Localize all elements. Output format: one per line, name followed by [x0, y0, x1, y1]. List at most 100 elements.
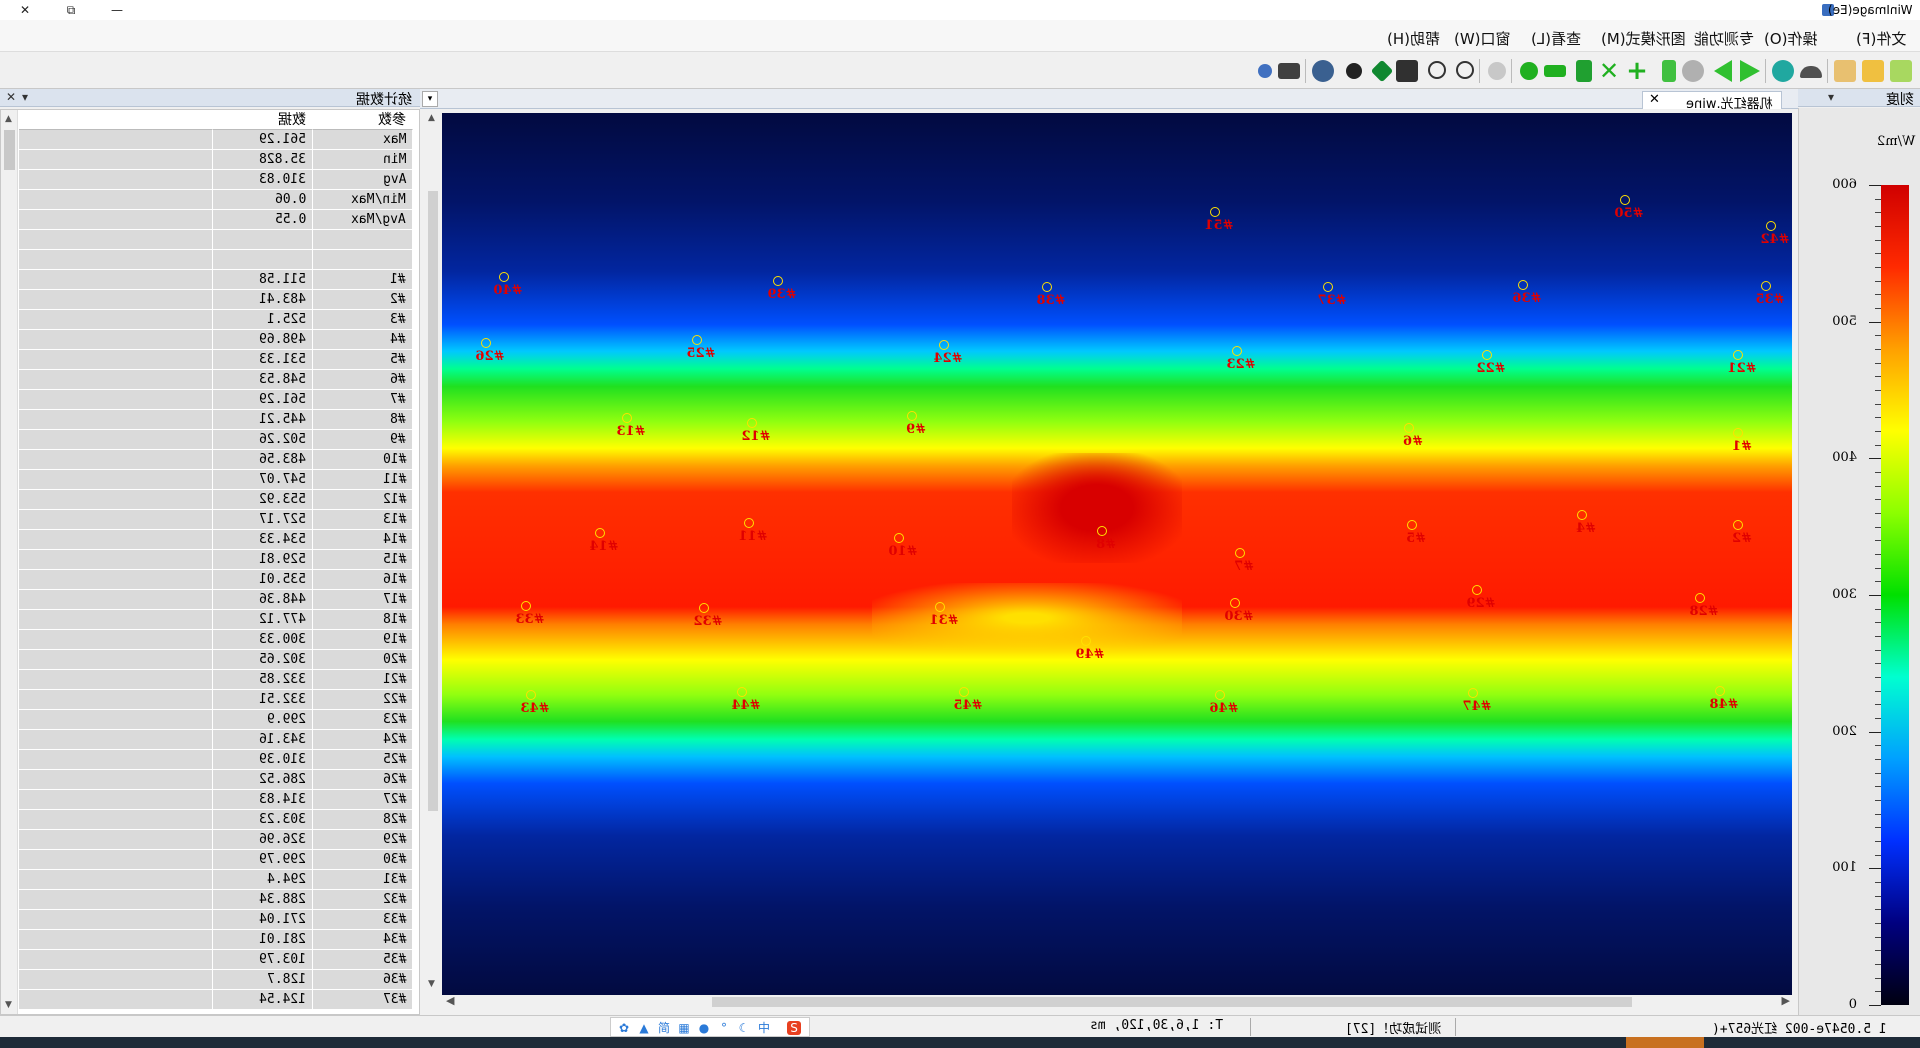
stats-row[interactable]: 529.81 #15 — [19, 550, 413, 570]
ime-punct-icon[interactable]: ° — [717, 1021, 731, 1035]
ime-logo-icon[interactable]: S — [787, 1021, 801, 1035]
print-icon[interactable] — [1278, 63, 1300, 79]
stats-row[interactable]: 281.01 #34 — [19, 930, 413, 950]
stats-row[interactable]: 310.83 Avg — [19, 170, 413, 190]
stats-pin-button[interactable]: ▾ — [22, 90, 28, 104]
stats-row[interactable]: 561.29 Max — [19, 130, 413, 150]
stats-row[interactable]: 326.96 #29 — [19, 830, 413, 850]
ime-skin-icon[interactable]: ▲ — [637, 1021, 651, 1035]
stats-row[interactable]: 483.41 #2 — [19, 290, 413, 310]
stats-row[interactable]: 498.69 #4 — [19, 330, 413, 350]
minimize-window-button[interactable]: — — [94, 0, 140, 20]
menu-file[interactable]: 文件(F) — [1856, 28, 1906, 49]
stats-row[interactable]: 525.1 #3 — [19, 310, 413, 330]
rect-icon[interactable] — [1544, 65, 1566, 77]
zoom-in-icon[interactable] — [1456, 61, 1474, 79]
close-tab-icon[interactable]: ✕ — [1649, 92, 1660, 107]
document-tab[interactable]: ✕ 机器红光.wine — [1642, 91, 1782, 112]
image-vertical-scrollbar[interactable]: ▲ ▼ — [424, 111, 441, 991]
nav-icon[interactable] — [1370, 59, 1394, 83]
stats-row[interactable]: 547.07 #11 — [19, 470, 413, 490]
stats-row[interactable] — [19, 230, 413, 250]
trash-icon[interactable] — [1576, 60, 1592, 82]
stats-row[interactable]: 299.9 #23 — [19, 710, 413, 730]
stats-row[interactable]: 103.79 #35 — [19, 950, 413, 970]
irradiance-heatmap[interactable]: #1 #2 #4 #5 #6 #7 #8 #9 #10 #11 #12 #13 #14 #21 #22 #23… — [442, 113, 1792, 995]
stats-row[interactable]: 343.16 #24 — [19, 730, 413, 750]
stats-row[interactable]: 511.58 #1 — [19, 270, 413, 290]
stats-row[interactable]: 531.33 #5 — [19, 350, 413, 370]
stats-row[interactable]: 0.55 Avg/Max — [19, 210, 413, 230]
restore-window-button[interactable]: ⧉ — [48, 0, 94, 20]
stats-row[interactable]: 502.26 #9 — [19, 430, 413, 450]
eject-icon[interactable] — [1800, 66, 1822, 78]
stats-scrollbar[interactable]: ▲ ▼ — [1, 110, 18, 1014]
column-header-data[interactable]: 数据 — [213, 110, 313, 130]
tab-list-dropdown[interactable]: ▾ — [422, 91, 438, 107]
stats-row[interactable]: 300.33 #19 — [19, 630, 413, 650]
ime-moon-icon[interactable]: ☾ — [737, 1021, 751, 1035]
play-icon[interactable] — [1740, 60, 1760, 82]
marker-icon[interactable] — [1662, 60, 1676, 82]
stats-row[interactable]: 299.79 #30 — [19, 850, 413, 870]
stats-row[interactable]: 534.33 #14 — [19, 530, 413, 550]
stats-row[interactable]: 527.17 #13 — [19, 510, 413, 530]
fit-icon[interactable] — [1396, 60, 1418, 82]
ime-keyboard-icon[interactable]: ▦ — [677, 1021, 691, 1035]
delete-x-icon[interactable]: ✕ — [1598, 59, 1620, 83]
help-icon[interactable] — [1258, 64, 1272, 78]
menu-help[interactable]: 帮助(H) — [1387, 28, 1440, 49]
stats-row[interactable]: 310.39 #25 — [19, 750, 413, 770]
new-file-icon[interactable] — [1890, 60, 1912, 82]
stats-row[interactable]: 561.29 #7 — [19, 390, 413, 410]
disabled-icon-1[interactable] — [1682, 60, 1704, 82]
stats-row[interactable]: 303.23 #28 — [19, 810, 413, 830]
legend-minor-tick — [1875, 376, 1881, 378]
stats-row[interactable]: 548.53 #6 — [19, 370, 413, 390]
circle-icon[interactable] — [1520, 62, 1538, 80]
stats-row[interactable]: 294.4 #31 — [19, 870, 413, 890]
color-wheel-icon[interactable] — [1312, 60, 1334, 82]
stats-row[interactable]: 35.828 Min — [19, 150, 413, 170]
stats-row[interactable]: 314.83 #27 — [19, 790, 413, 810]
zoom-out-icon[interactable] — [1428, 61, 1446, 79]
open-image-icon[interactable] — [1834, 60, 1856, 82]
stats-row[interactable]: 286.52 #26 — [19, 770, 413, 790]
ime-settings-icon[interactable]: ✿ — [617, 1021, 631, 1035]
image-horizontal-scrollbar[interactable]: ◀ ▶ — [442, 993, 1794, 1011]
ime-mic-icon[interactable]: ● — [697, 1021, 711, 1035]
stats-row[interactable]: 445.21 #8 — [19, 410, 413, 430]
stats-row[interactable]: 332.85 #21 — [19, 670, 413, 690]
stats-row[interactable] — [19, 250, 413, 270]
menu-special-test[interactable]: 专测功能 — [1694, 28, 1754, 49]
settings-icon[interactable] — [1772, 60, 1794, 82]
column-header-param[interactable]: 参数 — [313, 110, 413, 130]
stats-row[interactable]: 332.51 #22 — [19, 690, 413, 710]
stats-row[interactable]: 553.92 #12 — [19, 490, 413, 510]
marker-label: #13 — [616, 424, 646, 439]
open-folder-icon[interactable] — [1862, 60, 1884, 82]
menu-window[interactable]: 窗口(W) — [1454, 28, 1511, 49]
stats-row[interactable]: 302.65 #20 — [19, 650, 413, 670]
ime-toolbar[interactable]: ✿ ▲ 简 ▦ ● ° ☾ 中 S — [610, 1017, 810, 1037]
stats-row[interactable]: 128.7 #36 — [19, 970, 413, 990]
stats-row[interactable]: 448.36 #17 — [19, 590, 413, 610]
add-icon[interactable]: + — [1626, 58, 1648, 84]
brightness-icon[interactable] — [1346, 63, 1362, 79]
close-window-button[interactable]: ✕ — [2, 0, 48, 20]
menu-operate[interactable]: 操作(O) — [1764, 28, 1818, 49]
stats-row[interactable]: 0.06 Min/Max — [19, 190, 413, 210]
menu-graphic-mode[interactable]: 图形模式(M) — [1601, 28, 1686, 49]
stats-row[interactable]: 124.54 #37 — [19, 990, 413, 1010]
stats-row[interactable]: 288.34 #32 — [19, 890, 413, 910]
disabled-icon-2[interactable] — [1488, 62, 1506, 80]
ime-chinese-icon[interactable]: 中 — [757, 1021, 771, 1035]
stats-row[interactable]: 271.04 #33 — [19, 910, 413, 930]
ime-simplified-icon[interactable]: 简 — [657, 1021, 671, 1035]
menu-view[interactable]: 查看(L) — [1531, 28, 1581, 49]
step-back-icon[interactable] — [1714, 60, 1732, 82]
stats-row[interactable]: 483.56 #10 — [19, 450, 413, 470]
stats-row[interactable]: 477.12 #18 — [19, 610, 413, 630]
stats-close-button[interactable]: ✕ — [6, 90, 16, 104]
stats-row[interactable]: 535.01 #16 — [19, 570, 413, 590]
